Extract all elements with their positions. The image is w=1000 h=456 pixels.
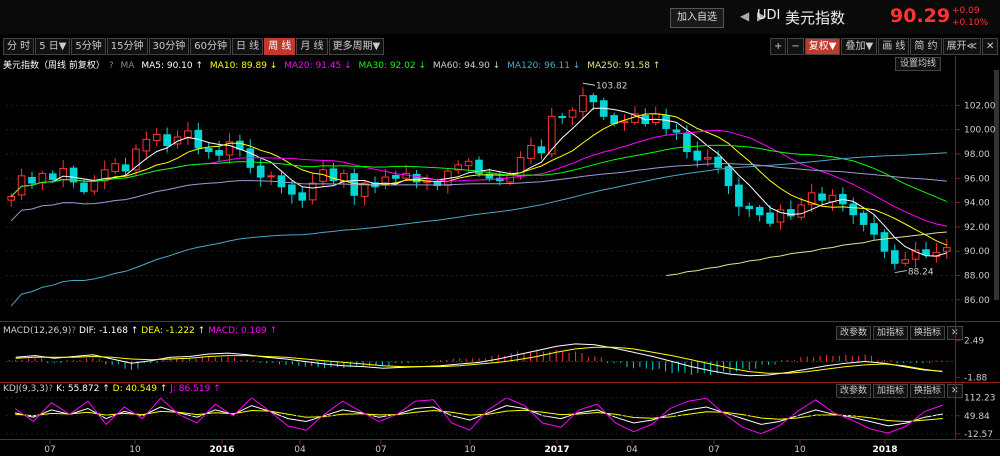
macd-tick-label: -1.88 (964, 373, 988, 383)
candle-body (693, 150, 702, 161)
candle-body (111, 163, 119, 172)
ma5-line (10, 107, 947, 257)
candle-body (547, 115, 556, 155)
candle-body (288, 184, 296, 195)
candle-body (256, 165, 265, 178)
candle-body (714, 156, 722, 168)
candle-body (80, 182, 88, 193)
candle-body (651, 113, 660, 123)
candle-body (662, 115, 670, 129)
candle-body (672, 129, 681, 133)
candle-body (28, 176, 36, 184)
x-tick-label: 07 (375, 445, 386, 455)
candle-body (527, 144, 535, 159)
candle-body (755, 206, 764, 216)
candle-body (797, 204, 806, 218)
candle-body (215, 150, 223, 156)
macd-tick-label: 2.49 (964, 337, 984, 347)
kdj-tick-label: 49.84 (964, 412, 990, 422)
y-tick-label: 92.00 (964, 223, 990, 233)
candle-body (818, 193, 826, 201)
chart-canvas[interactable]: 86.00 88.00 90.00 92.00 94.00 96.00 98.00 100.0… (0, 0, 1000, 456)
candle-body (683, 133, 691, 153)
candle-body (48, 173, 57, 180)
candle-body (537, 146, 546, 154)
candle-body (870, 223, 878, 235)
x-tick-label: 07 (708, 445, 719, 455)
kdj-tick-label: 112.23 (964, 394, 996, 404)
candle-body (59, 168, 68, 181)
candle-body (152, 134, 161, 142)
candle-body (558, 116, 566, 119)
candle-body (589, 95, 598, 103)
x-tick-label: 10 (794, 445, 806, 455)
high-marker (582, 82, 596, 86)
y-tick-label: 88.00 (964, 271, 990, 281)
candle-body (267, 175, 275, 178)
candle-body (579, 95, 587, 113)
x-tick-label: 10 (464, 445, 476, 455)
y-tick-label: 102.00 (964, 101, 996, 111)
candle-body (745, 205, 754, 210)
y-tick-label: 94.00 (964, 199, 990, 209)
candle-body (412, 173, 421, 183)
y-tick-label: 100.00 (964, 126, 996, 136)
candle-body (184, 130, 192, 138)
candle-body (392, 175, 400, 179)
kdj-tick-label: -12.57 (964, 430, 993, 440)
low-label: 88.24 (908, 268, 934, 278)
candle-body (849, 203, 858, 216)
x-tick-label: 2018 (872, 445, 897, 455)
y-tick-label: 86.00 (964, 296, 990, 306)
candle-body (38, 172, 47, 184)
x-tick-label: 2017 (544, 445, 569, 455)
candle-body (735, 184, 743, 207)
candle-body (922, 249, 930, 256)
y-tick-label: 98.00 (964, 150, 990, 160)
candle-body (766, 212, 774, 224)
candle-body (724, 166, 733, 187)
candle-body (880, 232, 889, 252)
x-tick-label: 07 (44, 445, 55, 455)
high-label: 103.82 (596, 81, 628, 91)
candle-body (298, 192, 307, 201)
candle-body (90, 180, 99, 192)
candle-body (464, 160, 473, 167)
candle-body (121, 164, 130, 172)
y-tick-label: 96.00 (964, 174, 990, 184)
x-tick-label: 04 (626, 445, 638, 455)
kdj-k-line (14, 405, 943, 427)
x-tick-label: 10 (129, 445, 141, 455)
candle-body (890, 250, 899, 264)
kdj-j-line (14, 397, 944, 435)
candle-body (142, 138, 151, 152)
x-tick-label: 2016 (209, 445, 234, 455)
ma250-line (666, 231, 947, 276)
x-tick-label: 04 (294, 445, 306, 455)
candle-body (568, 109, 577, 118)
candle-body (204, 148, 213, 153)
candle-body (942, 247, 951, 252)
candle-body (859, 212, 868, 225)
candle-body (901, 259, 910, 264)
candle-body (703, 157, 712, 160)
candle-body (163, 134, 171, 146)
candle-body (7, 196, 16, 201)
candle-body (308, 182, 317, 201)
candle-body (17, 175, 26, 196)
low-marker (894, 270, 907, 274)
y-tick-label: 90.00 (964, 247, 990, 257)
